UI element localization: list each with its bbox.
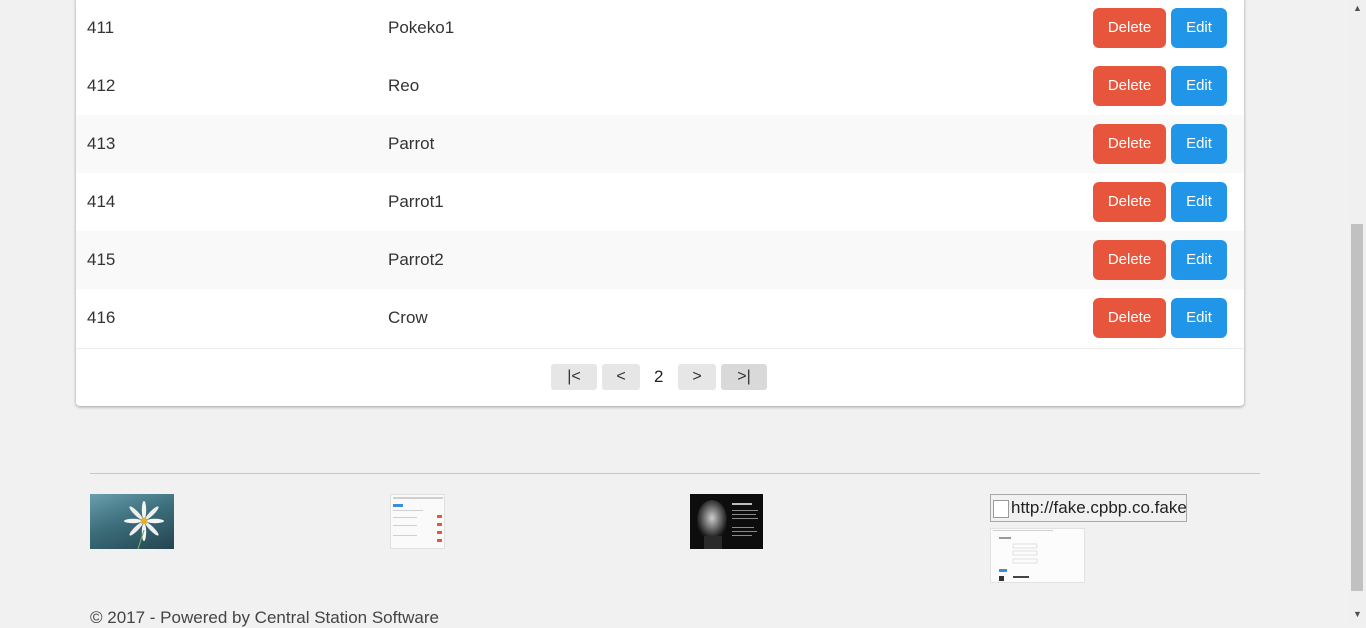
edit-button[interactable]: Edit	[1171, 124, 1227, 164]
row-name: Reo	[388, 76, 420, 95]
footer-copyright: © 2017 - Powered by Central Station Soft…	[90, 608, 439, 627]
delete-button[interactable]: Delete	[1093, 298, 1166, 338]
prev-page-button[interactable]: <	[602, 364, 640, 390]
form-screenshot-image	[993, 530, 1053, 581]
delete-button[interactable]: Delete	[1093, 66, 1166, 106]
portrait-image	[697, 500, 758, 549]
delete-button[interactable]: Delete	[1093, 124, 1166, 164]
edit-button[interactable]: Edit	[1171, 298, 1227, 338]
portrait-thumbnail[interactable]	[690, 494, 763, 549]
table-row: 416 Crow Delete Edit	[76, 289, 1244, 347]
row-id: 415	[87, 250, 116, 269]
vertical-scrollbar[interactable]: ▲ ▼	[1349, 0, 1366, 623]
footer-divider	[90, 473, 1260, 474]
row-name: Parrot1	[388, 192, 444, 211]
results-card: 411 Pokeko1 Delete Edit 412 Reo Delete E…	[76, 0, 1244, 406]
daisy-thumbnail[interactable]	[90, 494, 174, 549]
row-id: 412	[87, 76, 116, 95]
last-page-button[interactable]: >|	[721, 364, 767, 390]
table-row: 411 Pokeko1 Delete Edit	[76, 0, 1244, 57]
next-page-button[interactable]: >	[678, 364, 716, 390]
delete-button[interactable]: Delete	[1093, 8, 1166, 48]
edit-button[interactable]: Edit	[1171, 240, 1227, 280]
edit-button[interactable]: Edit	[1171, 66, 1227, 106]
broken-image-alt: http://fake.cpbp.co.fake	[1011, 498, 1187, 517]
scroll-up-icon[interactable]: ▲	[1349, 0, 1366, 17]
delete-button[interactable]: Delete	[1093, 182, 1166, 222]
row-id: 411	[87, 18, 115, 37]
row-name: Parrot	[388, 134, 435, 153]
table-row: 414 Parrot1 Delete Edit	[76, 173, 1244, 231]
broken-image[interactable]: http://fake.cpbp.co.fake	[990, 494, 1187, 522]
edit-button[interactable]: Edit	[1171, 182, 1227, 222]
table-row: 412 Reo Delete Edit	[76, 57, 1244, 115]
row-id: 413	[87, 134, 116, 153]
row-name: Parrot2	[388, 250, 444, 269]
scroll-down-icon[interactable]: ▼	[1349, 606, 1366, 623]
broken-image-icon	[993, 499, 1009, 518]
daisy-image	[124, 501, 164, 549]
row-name: Crow	[388, 308, 428, 327]
first-page-button[interactable]: |<	[551, 364, 597, 390]
row-id: 416	[87, 308, 116, 327]
current-page: 2	[654, 367, 664, 386]
table-row: 413 Parrot Delete Edit	[76, 115, 1244, 173]
row-name: Pokeko1	[388, 18, 455, 37]
edit-button[interactable]: Edit	[1171, 8, 1227, 48]
table-divider	[76, 348, 1244, 349]
screenshot-thumbnail[interactable]	[390, 494, 445, 549]
delete-button[interactable]: Delete	[1093, 240, 1166, 280]
row-id: 414	[87, 192, 116, 211]
table-row: 415 Parrot2 Delete Edit	[76, 231, 1244, 289]
screenshot-image	[393, 497, 443, 542]
scrollbar-thumb[interactable]	[1351, 224, 1363, 591]
form-screenshot-thumbnail[interactable]	[990, 528, 1085, 583]
